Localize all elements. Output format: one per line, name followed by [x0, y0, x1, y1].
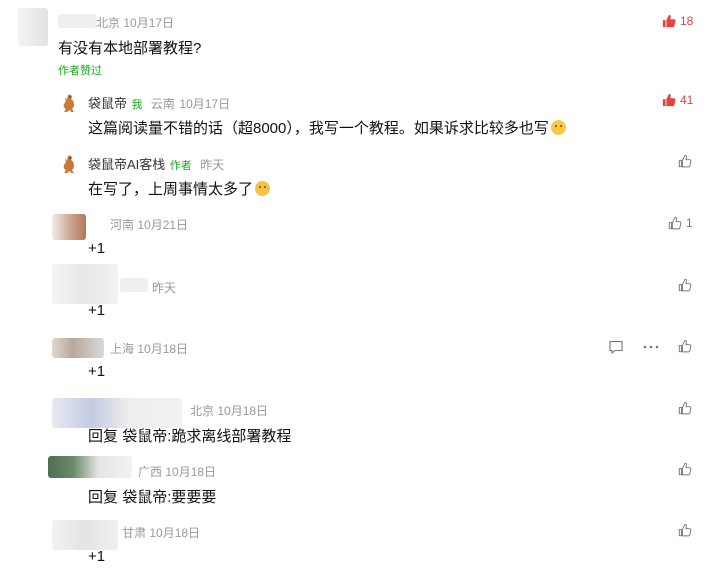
- like-count: 41: [680, 93, 694, 107]
- avatar[interactable]: [52, 338, 104, 358]
- sweat-emoji-icon: [255, 181, 271, 196]
- avatar[interactable]: [52, 398, 182, 428]
- thumbs-up-icon: [678, 523, 692, 537]
- username-blurred[interactable]: [58, 14, 96, 28]
- like-button[interactable]: [678, 278, 692, 292]
- avatar[interactable]: [18, 8, 48, 46]
- avatar[interactable]: [52, 214, 86, 240]
- date: 10月21日: [137, 218, 189, 232]
- username-blurred[interactable]: [120, 278, 148, 292]
- like-count: 1: [686, 216, 693, 230]
- like-button[interactable]: 1: [668, 216, 693, 230]
- comment-header: 袋鼠帝AI客栈 作者 昨天: [88, 154, 224, 174]
- like-button[interactable]: [678, 401, 692, 415]
- comment-icon: [609, 340, 623, 355]
- thumbs-up-icon: [678, 278, 692, 292]
- like-button[interactable]: 18: [662, 14, 693, 28]
- comment-text: 回复 袋鼠帝:要要要: [88, 489, 217, 506]
- author-liked-badge: 作者赞过: [58, 65, 102, 77]
- avatar[interactable]: [48, 456, 132, 478]
- comment-text: 回复 袋鼠帝:跪求离线部署教程: [88, 428, 292, 445]
- avatar[interactable]: [52, 520, 118, 550]
- avatar[interactable]: [52, 264, 118, 304]
- date: 10月18日: [165, 465, 217, 479]
- location: 甘肃: [122, 526, 147, 540]
- thumbs-up-icon: [662, 93, 676, 107]
- reply-prefix: 回复: [88, 428, 119, 445]
- avatar[interactable]: [58, 153, 80, 175]
- comment-meta: 广西 10月18日: [138, 463, 216, 480]
- date: 10月17日: [179, 97, 231, 111]
- comment-meta: 河南 10月21日: [110, 216, 188, 233]
- comment-text: 这篇阅读量不错的话（超8000），我写一个教程。如果诉求比较多也写: [88, 117, 566, 138]
- like-count: 18: [680, 14, 694, 28]
- reply-button[interactable]: [608, 339, 624, 360]
- comment-meta: 北京 10月18日: [190, 402, 268, 419]
- like-button[interactable]: [678, 339, 692, 353]
- more-dots-icon: [643, 345, 659, 349]
- avatar[interactable]: [58, 92, 80, 114]
- reply-target[interactable]: 袋鼠帝:: [122, 489, 171, 506]
- date: 昨天: [200, 158, 225, 172]
- date: 昨天: [152, 281, 177, 295]
- location: 上海: [110, 342, 135, 356]
- thumbs-up-icon: [678, 462, 692, 476]
- self-tag: 我: [131, 99, 143, 111]
- like-button[interactable]: [678, 462, 692, 476]
- thumbs-up-icon: [678, 154, 692, 168]
- thumbs-up-icon: [678, 401, 692, 415]
- author-tag: 作者: [169, 160, 192, 172]
- comment-meta: 甘肃 10月18日: [122, 524, 200, 541]
- location: 北京: [190, 404, 215, 418]
- location: 北京: [96, 16, 121, 30]
- location: 河南: [110, 218, 135, 232]
- thumbs-up-icon: [662, 14, 676, 28]
- location: 广西: [138, 465, 163, 479]
- smile-emoji-icon: [550, 120, 566, 135]
- date: 10月18日: [149, 526, 201, 540]
- kangaroo-avatar-icon: [63, 155, 74, 173]
- username[interactable]: 袋鼠帝: [88, 96, 127, 111]
- date: 10月18日: [217, 404, 269, 418]
- date: 10月18日: [137, 342, 189, 356]
- reply-target[interactable]: 袋鼠帝:: [122, 428, 171, 445]
- comment-text: +1: [88, 363, 106, 380]
- kangaroo-avatar-icon: [63, 94, 74, 112]
- date: 10月17日: [123, 16, 175, 30]
- comment-text: 在写了，上周事情太多了: [88, 178, 271, 199]
- more-button[interactable]: [642, 339, 660, 360]
- reply-prefix: 回复: [88, 489, 119, 506]
- location: 云南: [150, 97, 175, 111]
- like-button[interactable]: 41: [662, 93, 693, 107]
- thumbs-up-icon: [668, 216, 682, 230]
- comment-text: +1: [88, 240, 106, 257]
- comment-text: +1: [88, 302, 106, 319]
- thumbs-up-icon: [678, 339, 692, 353]
- comment-meta: 上海 10月18日: [110, 340, 188, 357]
- username[interactable]: 袋鼠帝AI客栈: [88, 157, 165, 172]
- comment-text: +1: [88, 548, 106, 565]
- comment-text: 有没有本地部署教程?: [58, 40, 202, 57]
- comment-meta: 北京 10月17日: [96, 14, 174, 31]
- comment-header: 袋鼠帝 我 云南 10月17日: [88, 93, 230, 113]
- like-button[interactable]: [678, 523, 692, 537]
- like-button[interactable]: [678, 154, 692, 168]
